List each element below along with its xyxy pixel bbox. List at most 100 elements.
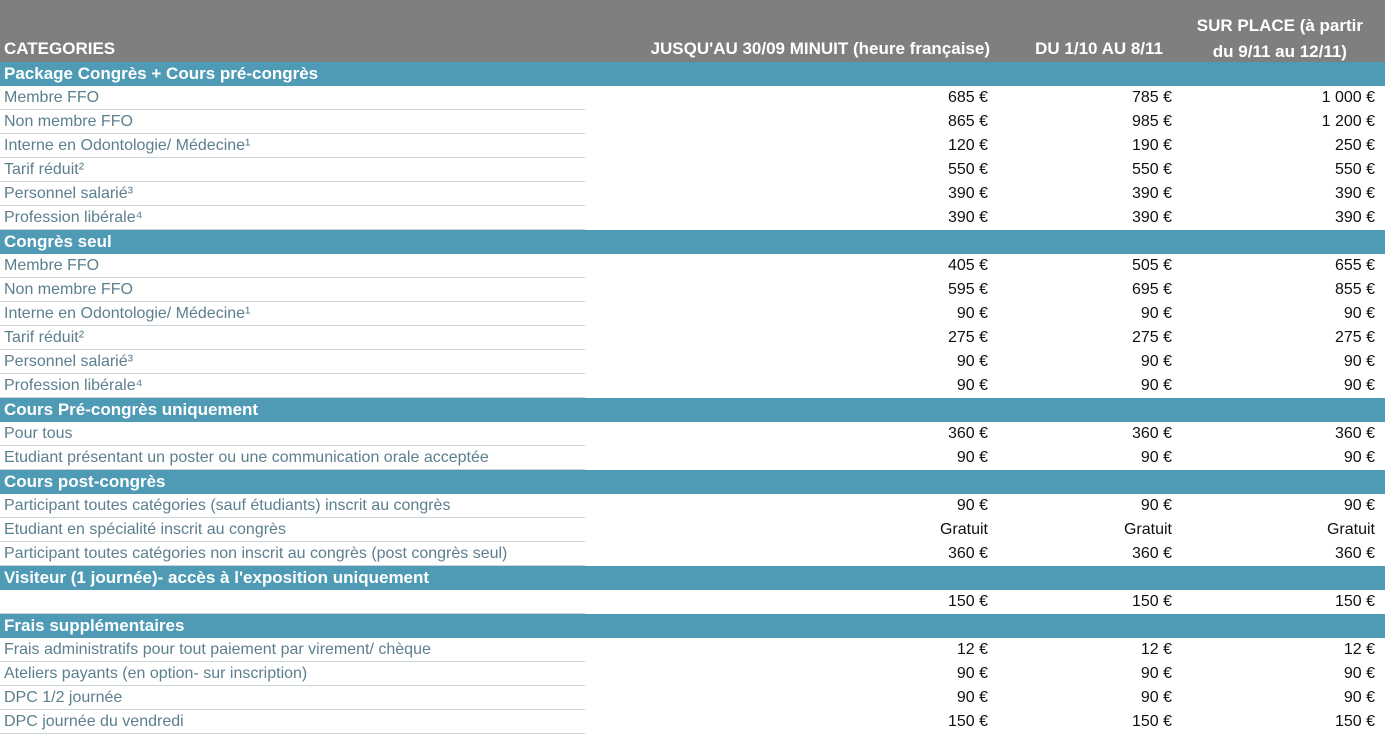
row-label: Membre FFO: [4, 257, 100, 274]
row-label: Profession libérale⁴: [4, 377, 143, 394]
price-onsite: 275 €: [1334, 329, 1375, 346]
price-onsite: 90 €: [1343, 497, 1375, 514]
row-label: Interne en Odontologie/ Médecine¹: [4, 305, 251, 322]
table-row: Participant toutes catégories (sauf étud…: [0, 494, 1385, 518]
price-onsite: 150 €: [1334, 713, 1375, 730]
table-row: Ateliers payants (en option- sur inscrip…: [0, 662, 1385, 686]
price-regular: 985 €: [1131, 113, 1172, 130]
price-onsite: 150 €: [1334, 593, 1375, 610]
table-row: DPC 1/2 journée 90 € 90 € 90 €: [0, 686, 1385, 710]
price-onsite: 12 €: [1343, 641, 1375, 658]
table-row: Etudiant en spécialité inscrit au congrè…: [0, 518, 1385, 542]
row-label: Non membre FFO: [4, 113, 133, 130]
price-regular: 90 €: [1140, 689, 1172, 706]
section-header: Frais supplémentaires: [0, 614, 1385, 638]
price-onsite: 855 €: [1334, 281, 1375, 298]
price-onsite: 90 €: [1343, 449, 1375, 466]
row-label: Ateliers payants (en option- sur inscrip…: [4, 665, 308, 682]
table-row: Non membre FFO 595 € 695 € 855 €: [0, 278, 1385, 302]
row-label: Non membre FFO: [4, 281, 133, 298]
section-title: Congrès seul: [4, 232, 112, 251]
price-early: Gratuit: [939, 521, 988, 538]
price-early: 390 €: [947, 185, 988, 202]
row-label: Personnel salarié³: [4, 353, 133, 370]
price-early: 90 €: [956, 665, 988, 682]
row-label: Membre FFO: [4, 89, 100, 106]
table-row: Participant toutes catégories non inscri…: [0, 542, 1385, 566]
price-early: 275 €: [947, 329, 988, 346]
price-early: 685 €: [947, 89, 988, 106]
price-onsite: 655 €: [1334, 257, 1375, 274]
table-row: Personnel salarié³ 90 € 90 € 90 €: [0, 350, 1385, 374]
price-onsite: 90 €: [1343, 305, 1375, 322]
price-regular: 90 €: [1140, 497, 1172, 514]
table-row: Membre FFO 405 € 505 € 655 €: [0, 254, 1385, 278]
table-row: Frais administratifs pour tout paiement …: [0, 638, 1385, 662]
price-regular: 150 €: [1131, 713, 1172, 730]
price-early: 150 €: [947, 713, 988, 730]
price-early: 90 €: [956, 353, 988, 370]
table-row: Pour tous 360 € 360 € 360 €: [0, 422, 1385, 446]
price-regular: 695 €: [1131, 281, 1172, 298]
table-row: Interne en Odontologie/ Médecine¹ 90 € 90 …: [0, 302, 1385, 326]
table-header: CATEGORIES JUSQU'AU 30/09 MINUIT (heure …: [0, 0, 1385, 62]
price-regular: 390 €: [1131, 209, 1172, 226]
price-regular: 785 €: [1131, 89, 1172, 106]
price-early: 90 €: [956, 377, 988, 394]
price-regular: 90 €: [1140, 449, 1172, 466]
row-label: DPC 1/2 journée: [4, 689, 123, 706]
header-col-onsite: SUR PLACE (à partir du 9/11 au 12/11): [1197, 13, 1363, 65]
price-regular: 150 €: [1131, 593, 1172, 610]
header-col-regular: DU 1/10 AU 8/11: [1035, 39, 1163, 58]
price-regular: 360 €: [1131, 425, 1172, 442]
price-regular: 90 €: [1140, 305, 1172, 322]
table-row: Profession libérale⁴ 390 € 390 € 390 €: [0, 206, 1385, 230]
table-row: Interne en Odontologie/ Médecine¹ 120 € 19…: [0, 134, 1385, 158]
price-onsite: 90 €: [1343, 353, 1375, 370]
section-header: Package Congrès + Cours pré-congrès: [0, 62, 1385, 86]
table-row: Etudiant présentant un poster ou une com…: [0, 446, 1385, 470]
price-regular: Gratuit: [1123, 521, 1172, 538]
price-early: 405 €: [947, 257, 988, 274]
price-early: 150 €: [947, 593, 988, 610]
price-regular: 505 €: [1131, 257, 1172, 274]
price-onsite: Gratuit: [1326, 521, 1375, 538]
price-onsite: 250 €: [1334, 137, 1375, 154]
price-early: 90 €: [956, 449, 988, 466]
price-regular: 390 €: [1131, 185, 1172, 202]
table-row: DPC journée du vendredi 150 € 150 € 150 €: [0, 710, 1385, 734]
row-label: Profession libérale⁴: [4, 209, 143, 226]
row-label: Personnel salarié³: [4, 185, 133, 202]
price-regular: 550 €: [1131, 161, 1172, 178]
row-label: DPC journée du vendredi: [4, 713, 184, 730]
price-onsite: 390 €: [1334, 209, 1375, 226]
table-row: 150 € 150 € 150 €: [0, 590, 1385, 614]
table-row: Profession libérale⁴ 90 € 90 € 90 €: [0, 374, 1385, 398]
header-col-early: JUSQU'AU 30/09 MINUIT (heure française): [650, 39, 990, 58]
section-header: Visiteur (1 journée)- accès à l'expositi…: [0, 566, 1385, 590]
row-label: Interne en Odontologie/ Médecine¹: [4, 137, 251, 154]
table-row: Personnel salarié³ 390 € 390 € 390 €: [0, 182, 1385, 206]
price-onsite: 90 €: [1343, 689, 1375, 706]
price-regular: 90 €: [1140, 377, 1172, 394]
price-regular: 360 €: [1131, 545, 1172, 562]
table-row: Membre FFO 685 € 785 € 1 000 €: [0, 86, 1385, 110]
price-regular: 275 €: [1131, 329, 1172, 346]
price-regular: 190 €: [1131, 137, 1172, 154]
price-early: 595 €: [947, 281, 988, 298]
price-early: 360 €: [947, 425, 988, 442]
row-label: Tarif réduit²: [4, 329, 85, 346]
price-onsite: 390 €: [1334, 185, 1375, 202]
price-onsite: 90 €: [1343, 377, 1375, 394]
price-early: 12 €: [956, 641, 988, 658]
pricing-sheet: CATEGORIES JUSQU'AU 30/09 MINUIT (heure …: [0, 0, 1385, 735]
row-label: Tarif réduit²: [4, 161, 85, 178]
price-early: 90 €: [956, 497, 988, 514]
row-label: Pour tous: [4, 425, 73, 442]
section-title: Package Congrès + Cours pré-congrès: [4, 64, 319, 83]
price-early: 390 €: [947, 209, 988, 226]
section-title: Cours post-congrès: [4, 472, 166, 491]
price-onsite: 1 200 €: [1321, 113, 1375, 130]
row-label: Etudiant présentant un poster ou une com…: [4, 449, 489, 466]
section-header: Cours Pré-congrès uniquement: [0, 398, 1385, 422]
